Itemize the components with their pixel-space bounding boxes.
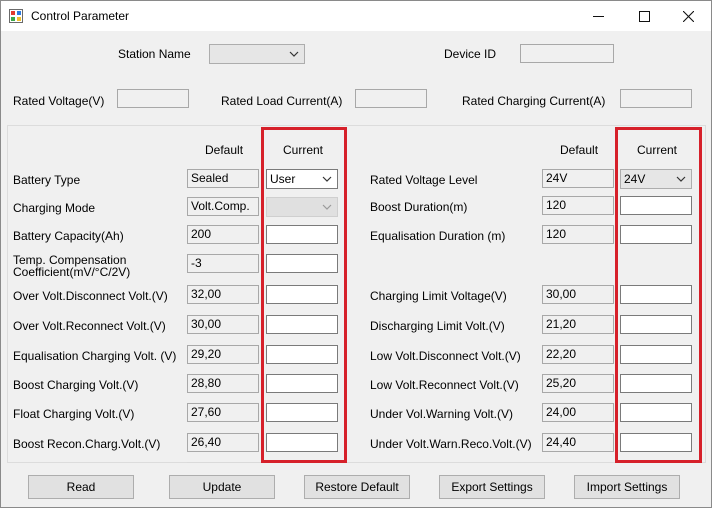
control-parameter-window: Control Parameter Station Name Device ID…	[0, 0, 712, 508]
battery-capacity-label: Battery Capacity(Ah)	[13, 229, 124, 243]
rated-load-current-label: Rated Load Current(A)	[221, 94, 343, 108]
rated-load-current-field[interactable]	[355, 89, 427, 108]
under-vol-warning-label: Under Vol.Warning Volt.(V)	[370, 407, 513, 421]
battery-type-default: Sealed	[187, 169, 259, 188]
maximize-button[interactable]	[621, 1, 667, 31]
boost-duration-label: Boost Duration(m)	[370, 200, 468, 214]
right-default-header: Default	[560, 143, 599, 157]
over-volt-disconnect-default: 32,00	[187, 285, 259, 304]
charging-limit-voltage-label: Charging Limit Voltage(V)	[370, 289, 507, 303]
title-bar[interactable]: Control Parameter	[1, 1, 711, 31]
close-icon	[682, 10, 694, 22]
charging-limit-voltage-default: 30,00	[542, 285, 614, 304]
over-volt-reconnect-default: 30,00	[187, 315, 259, 334]
low-volt-disconnect-default: 22,20	[542, 345, 614, 364]
app-icon	[9, 9, 23, 23]
window-title: Control Parameter	[31, 9, 130, 23]
boost-charging-volt-default: 28,80	[187, 374, 259, 393]
equalisation-charging-volt-default: 29,20	[187, 345, 259, 364]
rated-charging-current-label: Rated Charging Current(A)	[462, 94, 606, 108]
import-settings-button[interactable]: Import Settings	[574, 475, 680, 499]
equalisation-duration-default: 120	[542, 225, 614, 244]
device-id-field[interactable]	[520, 44, 614, 63]
low-volt-reconnect-label: Low Volt.Reconnect Volt.(V)	[370, 378, 519, 392]
discharging-limit-volt-label: Discharging Limit Volt.(V)	[370, 319, 505, 333]
left-default-header: Default	[205, 143, 244, 157]
battery-type-label: Battery Type	[13, 173, 81, 187]
boost-recon-charg-volt-default: 26,40	[187, 433, 259, 452]
charging-mode-label: Charging Mode	[13, 201, 96, 215]
rated-voltage-field[interactable]	[117, 89, 189, 108]
current-column-highlight-left	[261, 127, 347, 463]
close-button[interactable]	[665, 1, 711, 31]
maximize-icon	[638, 10, 650, 22]
low-volt-disconnect-label: Low Volt.Disconnect Volt.(V)	[370, 349, 521, 363]
device-id-label: Device ID	[444, 47, 497, 61]
temp-compensation-default: -3	[187, 254, 259, 273]
rated-charging-current-field[interactable]	[620, 89, 692, 108]
equalisation-charging-volt-label: Equalisation Charging Volt. (V)	[13, 349, 177, 363]
minimize-button[interactable]	[575, 1, 621, 31]
rated-voltage-label: Rated Voltage(V)	[13, 94, 105, 108]
under-volt-warn-reco-label: Under Volt.Warn.Reco.Volt.(V)	[370, 437, 532, 451]
rated-voltage-level-label: Rated Voltage Level	[370, 173, 478, 187]
chevron-down-icon	[289, 51, 299, 57]
rated-voltage-level-default: 24V	[542, 169, 614, 188]
under-volt-warn-reco-default: 24,40	[542, 433, 614, 452]
equalisation-duration-label: Equalisation Duration (m)	[370, 229, 506, 243]
over-volt-disconnect-label: Over Volt.Disconnect Volt.(V)	[13, 289, 168, 303]
under-vol-warning-default: 24,00	[542, 403, 614, 422]
charging-mode-default: Volt.Comp.	[187, 197, 259, 216]
restore-default-button[interactable]: Restore Default	[304, 475, 410, 499]
station-name-dropdown[interactable]	[209, 44, 305, 64]
current-column-highlight-right	[615, 127, 702, 463]
float-charging-volt-label: Float Charging Volt.(V)	[13, 407, 135, 421]
over-volt-reconnect-label: Over Volt.Reconnect Volt.(V)	[13, 319, 166, 333]
minimize-icon	[592, 15, 604, 17]
discharging-limit-volt-default: 21,20	[542, 315, 614, 334]
boost-recon-charg-volt-label: Boost Recon.Charg.Volt.(V)	[13, 437, 161, 451]
read-button[interactable]: Read	[28, 475, 134, 499]
boost-duration-default: 120	[542, 196, 614, 215]
battery-capacity-default: 200	[187, 225, 259, 244]
station-name-label: Station Name	[118, 47, 191, 61]
update-button[interactable]: Update	[169, 475, 275, 499]
boost-charging-volt-label: Boost Charging Volt.(V)	[13, 378, 139, 392]
low-volt-reconnect-default: 25,20	[542, 374, 614, 393]
temp-compensation-label-line2: Coefficient(mV/°C/2V)	[13, 265, 131, 279]
export-settings-button[interactable]: Export Settings	[439, 475, 545, 499]
float-charging-volt-default: 27,60	[187, 403, 259, 422]
